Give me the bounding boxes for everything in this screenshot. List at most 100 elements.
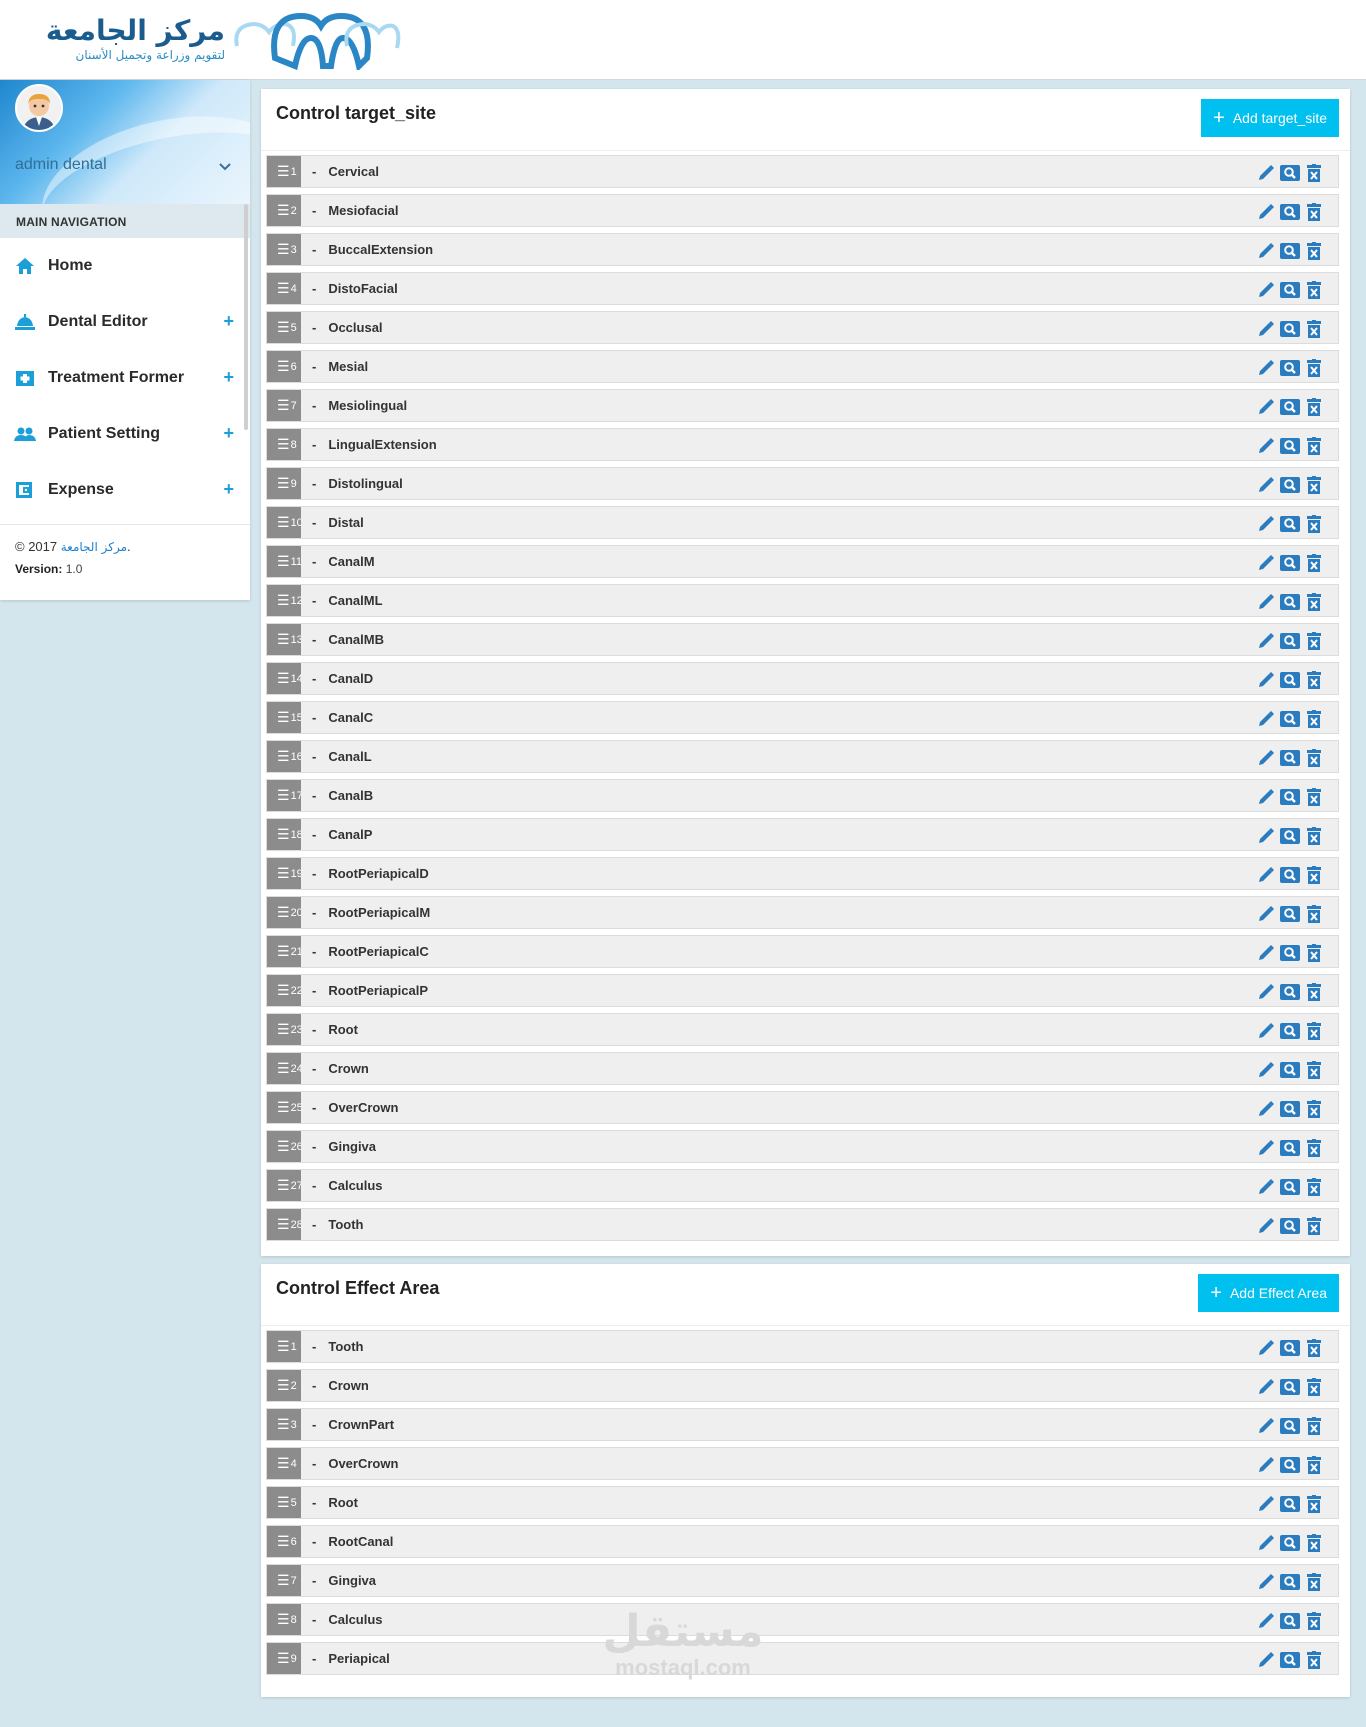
pencil-icon[interactable] <box>1256 943 1276 963</box>
pencil-icon[interactable] <box>1256 982 1276 1002</box>
drag-handle[interactable]: ☰ 17 <box>267 780 301 811</box>
pencil-icon[interactable] <box>1256 1455 1276 1475</box>
drag-handle[interactable]: ☰ 27 <box>267 1170 301 1201</box>
pencil-icon[interactable] <box>1256 1377 1276 1397</box>
trash-icon[interactable] <box>1304 397 1324 417</box>
trash-icon[interactable] <box>1304 358 1324 378</box>
trash-icon[interactable] <box>1304 1611 1324 1631</box>
list-item[interactable]: ☰ 15- CanalC <box>266 701 1339 734</box>
trash-icon[interactable] <box>1304 163 1324 183</box>
sidebar-scrollbar[interactable] <box>244 204 248 430</box>
drag-handle[interactable]: ☰ 13 <box>267 624 301 655</box>
pencil-icon[interactable] <box>1256 709 1276 729</box>
search-icon[interactable] <box>1280 592 1300 612</box>
pencil-icon[interactable] <box>1256 1572 1276 1592</box>
pencil-icon[interactable] <box>1256 1138 1276 1158</box>
pencil-icon[interactable] <box>1256 397 1276 417</box>
search-icon[interactable] <box>1280 241 1300 261</box>
pencil-icon[interactable] <box>1256 631 1276 651</box>
pencil-icon[interactable] <box>1256 1338 1276 1358</box>
add-target-site-button[interactable]: + Add target_site <box>1201 99 1339 137</box>
list-item[interactable]: ☰ 1- Cervical <box>266 155 1339 188</box>
search-icon[interactable] <box>1280 1377 1300 1397</box>
trash-icon[interactable] <box>1304 826 1324 846</box>
trash-icon[interactable] <box>1304 1021 1324 1041</box>
search-icon[interactable] <box>1280 358 1300 378</box>
pencil-icon[interactable] <box>1256 748 1276 768</box>
search-icon[interactable] <box>1280 1416 1300 1436</box>
search-icon[interactable] <box>1280 397 1300 417</box>
list-item[interactable]: ☰ 12- CanalML <box>266 584 1339 617</box>
trash-icon[interactable] <box>1304 748 1324 768</box>
drag-handle[interactable]: ☰ 24 <box>267 1053 301 1084</box>
search-icon[interactable] <box>1280 1099 1300 1119</box>
search-icon[interactable] <box>1280 1216 1300 1236</box>
pencil-icon[interactable] <box>1256 1216 1276 1236</box>
drag-handle[interactable]: ☰ 21 <box>267 936 301 967</box>
list-item[interactable]: ☰ 21- RootPeriapicalC <box>266 935 1339 968</box>
user-name[interactable]: admin dental <box>15 156 107 174</box>
drag-handle[interactable]: ☰ 4 <box>267 1448 301 1479</box>
drag-handle[interactable]: ☰ 15 <box>267 702 301 733</box>
drag-handle[interactable]: ☰ 28 <box>267 1209 301 1240</box>
pencil-icon[interactable] <box>1256 592 1276 612</box>
list-item[interactable]: ☰ 4- OverCrown <box>266 1447 1339 1480</box>
trash-icon[interactable] <box>1304 1338 1324 1358</box>
pencil-icon[interactable] <box>1256 1533 1276 1553</box>
drag-handle[interactable]: ☰ 1 <box>267 1331 301 1362</box>
trash-icon[interactable] <box>1304 553 1324 573</box>
search-icon[interactable] <box>1280 709 1300 729</box>
list-item[interactable]: ☰ 16- CanalL <box>266 740 1339 773</box>
list-item[interactable]: ☰ 19- RootPeriapicalD <box>266 857 1339 890</box>
trash-icon[interactable] <box>1304 1494 1324 1514</box>
list-item[interactable]: ☰ 5- Occlusal <box>266 311 1339 344</box>
drag-handle[interactable]: ☰ 7 <box>267 1565 301 1596</box>
sidebar-item-expense[interactable]: Expense + <box>0 462 250 518</box>
list-item[interactable]: ☰ 9- Distolingual <box>266 467 1339 500</box>
pencil-icon[interactable] <box>1256 358 1276 378</box>
trash-icon[interactable] <box>1304 865 1324 885</box>
drag-handle[interactable]: ☰ 6 <box>267 1526 301 1557</box>
drag-handle[interactable]: ☰ 10 <box>267 507 301 538</box>
drag-handle[interactable]: ☰ 22 <box>267 975 301 1006</box>
drag-handle[interactable]: ☰ 11 <box>267 546 301 577</box>
search-icon[interactable] <box>1280 1572 1300 1592</box>
sidebar-item-dental-editor[interactable]: Dental Editor + <box>0 294 250 350</box>
trash-icon[interactable] <box>1304 1416 1324 1436</box>
list-item[interactable]: ☰ 23- Root <box>266 1013 1339 1046</box>
drag-handle[interactable]: ☰ 9 <box>267 468 301 499</box>
drag-handle[interactable]: ☰ 3 <box>267 1409 301 1440</box>
pencil-icon[interactable] <box>1256 904 1276 924</box>
drag-handle[interactable]: ☰ 16 <box>267 741 301 772</box>
brand-logo[interactable]: مركز الجامعة لتقويم وزراعة وتجميل الأسنا… <box>10 6 410 72</box>
drag-handle[interactable]: ☰ 25 <box>267 1092 301 1123</box>
drag-handle[interactable]: ☰ 14 <box>267 663 301 694</box>
trash-icon[interactable] <box>1304 1177 1324 1197</box>
list-item[interactable]: ☰ 7- Gingiva <box>266 1564 1339 1597</box>
list-item[interactable]: ☰ 22- RootPeriapicalP <box>266 974 1339 1007</box>
list-item[interactable]: ☰ 14- CanalD <box>266 662 1339 695</box>
drag-handle[interactable]: ☰ 18 <box>267 819 301 850</box>
search-icon[interactable] <box>1280 865 1300 885</box>
list-item[interactable]: ☰ 8- Calculus <box>266 1603 1339 1636</box>
drag-handle[interactable]: ☰ 19 <box>267 858 301 889</box>
drag-handle[interactable]: ☰ 12 <box>267 585 301 616</box>
drag-handle[interactable]: ☰ 4 <box>267 273 301 304</box>
list-item[interactable]: ☰ 2- Mesiofacial <box>266 194 1339 227</box>
list-item[interactable]: ☰ 4- DistoFacial <box>266 272 1339 305</box>
trash-icon[interactable] <box>1304 1138 1324 1158</box>
expand-plus-icon[interactable]: + <box>223 368 234 386</box>
drag-handle[interactable]: ☰ 1 <box>267 156 301 187</box>
pencil-icon[interactable] <box>1256 241 1276 261</box>
trash-icon[interactable] <box>1304 1572 1324 1592</box>
trash-icon[interactable] <box>1304 1533 1324 1553</box>
copyright-link[interactable]: مركز الجامعة <box>61 540 127 554</box>
list-item[interactable]: ☰ 6- Mesial <box>266 350 1339 383</box>
drag-handle[interactable]: ☰ 9 <box>267 1643 301 1674</box>
search-icon[interactable] <box>1280 1021 1300 1041</box>
pencil-icon[interactable] <box>1256 553 1276 573</box>
list-item[interactable]: ☰ 25- OverCrown <box>266 1091 1339 1124</box>
trash-icon[interactable] <box>1304 904 1324 924</box>
list-item[interactable]: ☰ 9- Periapical <box>266 1642 1339 1675</box>
drag-handle[interactable]: ☰ 23 <box>267 1014 301 1045</box>
